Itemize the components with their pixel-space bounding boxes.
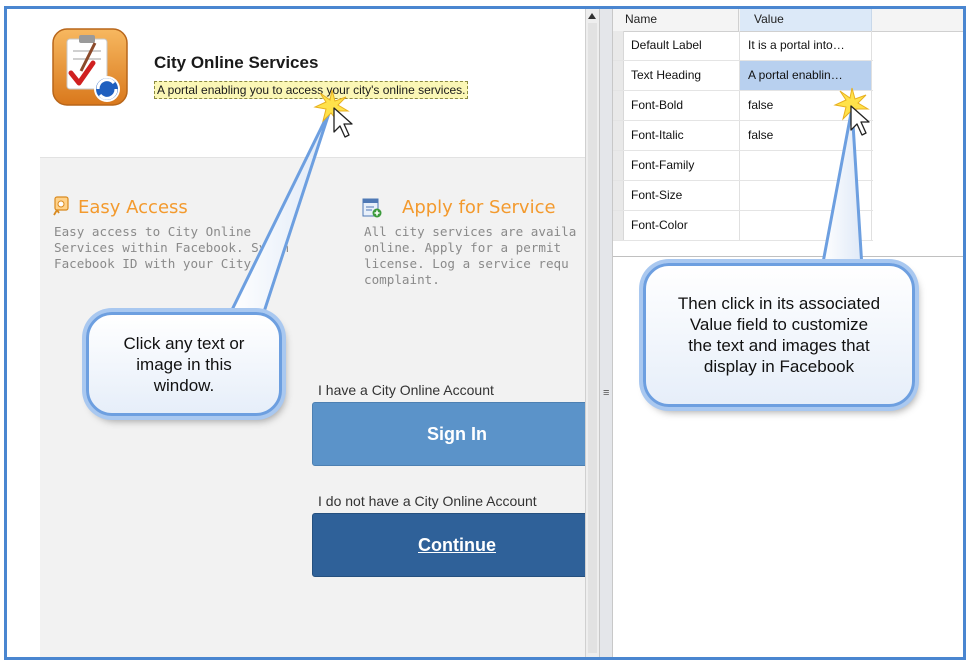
continue-button[interactable]: Continue xyxy=(312,513,585,577)
property-row-font-italic[interactable]: Font-Italic false xyxy=(613,121,873,151)
sign-in-button[interactable]: Sign In xyxy=(312,402,585,466)
property-name: Font-Bold xyxy=(631,91,740,120)
property-row-font-family[interactable]: Font-Family xyxy=(613,151,873,181)
key-icon[interactable] xyxy=(52,196,72,216)
property-name: Font-Size xyxy=(631,181,740,210)
property-name: Font-Italic xyxy=(631,121,740,150)
property-value-field[interactable] xyxy=(740,181,872,210)
preview-scrollbar[interactable] xyxy=(585,9,599,657)
feature-body-apply-for-service[interactable]: All city services are availa online. App… xyxy=(364,224,576,288)
row-selector[interactable] xyxy=(613,211,624,240)
property-value-field[interactable]: false xyxy=(740,121,872,150)
property-row-font-size[interactable]: Font-Size xyxy=(613,181,873,211)
callout-click-value-field: Then click in its associated Value field… xyxy=(643,263,915,407)
scroll-track[interactable] xyxy=(588,23,597,653)
property-name: Font-Family xyxy=(631,151,740,180)
app-subtitle[interactable]: A portal enabling you to access your cit… xyxy=(154,81,469,99)
property-value-field[interactable] xyxy=(740,211,872,240)
pane-splitter[interactable]: ≡ xyxy=(599,9,613,657)
row-selector[interactable] xyxy=(613,61,624,90)
property-value-field[interactable]: It is a portal into… xyxy=(740,31,872,60)
row-selector[interactable] xyxy=(613,181,624,210)
property-grid: Name Value Default Label It is a portal … xyxy=(613,9,963,257)
property-row-text-heading[interactable]: Text Heading A portal enablin… xyxy=(613,61,873,91)
column-header-name[interactable]: Name xyxy=(613,9,739,31)
app-title[interactable]: City Online Services xyxy=(154,53,318,73)
app-logo-icon[interactable] xyxy=(51,27,129,107)
splitter-grip-icon[interactable]: ≡ xyxy=(603,387,609,399)
property-name: Text Heading xyxy=(631,61,740,90)
row-selector[interactable] xyxy=(613,151,624,180)
scroll-up-arrow-icon[interactable] xyxy=(588,13,596,19)
property-row-font-bold[interactable]: Font-Bold false xyxy=(613,91,873,121)
form-add-icon[interactable] xyxy=(362,198,382,218)
feature-title-easy-access[interactable]: Easy Access xyxy=(78,197,188,218)
column-header-value[interactable]: Value xyxy=(740,9,872,31)
callout-click-text-or-image: Click any text or image in this window. xyxy=(86,312,282,416)
have-account-label[interactable]: I have a City Online Account xyxy=(318,382,494,398)
property-value-field-selected[interactable]: A portal enablin… xyxy=(740,61,872,90)
property-row-default-label[interactable]: Default Label It is a portal into… xyxy=(613,31,873,61)
property-name: Default Label xyxy=(631,31,740,60)
property-value-field[interactable]: false xyxy=(740,91,872,120)
property-value-field[interactable] xyxy=(740,151,872,180)
property-name: Font-Color xyxy=(631,211,740,240)
no-account-label[interactable]: I do not have a City Online Account xyxy=(318,493,537,509)
row-selector[interactable] xyxy=(613,91,624,120)
property-grid-header: Name Value xyxy=(613,9,963,32)
feature-body-easy-access[interactable]: Easy access to City Online Services with… xyxy=(54,224,289,272)
feature-title-apply-for-service[interactable]: Apply for Service xyxy=(402,197,556,218)
row-selector[interactable] xyxy=(613,121,624,150)
row-selector[interactable] xyxy=(613,31,624,60)
property-row-font-color[interactable]: Font-Color xyxy=(613,211,873,241)
